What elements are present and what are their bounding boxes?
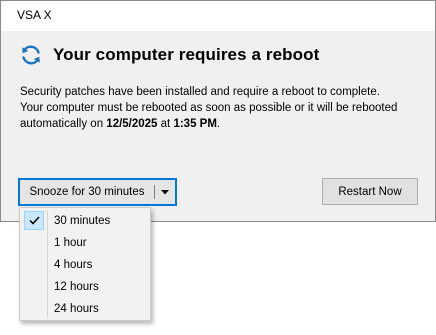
menu-item-24-hours[interactable]: 24 hours: [22, 298, 148, 319]
snooze-split-button[interactable]: Snooze for 30 minutes: [18, 178, 177, 206]
menu-item-12-hours[interactable]: 12 hours: [22, 276, 148, 297]
reboot-date: 12/5/2025: [106, 118, 158, 130]
menu-item-label: 12 hours: [54, 280, 99, 293]
refresh-icon: [22, 45, 40, 65]
reboot-deadline-message: Your computer must be rebooted as soon a…: [20, 100, 420, 132]
menu-item-label: 30 minutes: [54, 214, 111, 227]
title-bar: VSA X: [1, 1, 435, 31]
snooze-button-label[interactable]: Snooze for 30 minutes: [20, 186, 154, 198]
reboot-dialog: VSA X Your computer requires a reboot Se…: [0, 0, 436, 222]
menu-item-label: 24 hours: [54, 302, 99, 315]
menu-item-label: 4 hours: [54, 258, 93, 271]
deadline-suffix: .: [216, 118, 221, 130]
window-title: VSA X: [17, 8, 52, 22]
snooze-duration-menu: 30 minutes 1 hour 4 hours 12 hours 24 ho…: [19, 207, 151, 321]
menu-item-1-hour[interactable]: 1 hour: [22, 232, 148, 253]
chevron-down-icon[interactable]: [155, 189, 175, 195]
restart-now-button[interactable]: Restart Now: [322, 178, 418, 205]
menu-item-4-hours[interactable]: 4 hours: [22, 254, 148, 275]
deadline-at: at: [157, 118, 174, 130]
menu-item-30-minutes[interactable]: 30 minutes: [22, 210, 148, 231]
checkmark-icon: [24, 211, 44, 230]
dialog-heading: Your computer requires a reboot: [53, 45, 320, 64]
patch-message: Security patches have been installed and…: [20, 86, 380, 98]
menu-item-label: 1 hour: [54, 236, 87, 249]
reboot-time: 1:35 PM: [173, 118, 217, 130]
dialog-header: Your computer requires a reboot: [19, 43, 319, 67]
